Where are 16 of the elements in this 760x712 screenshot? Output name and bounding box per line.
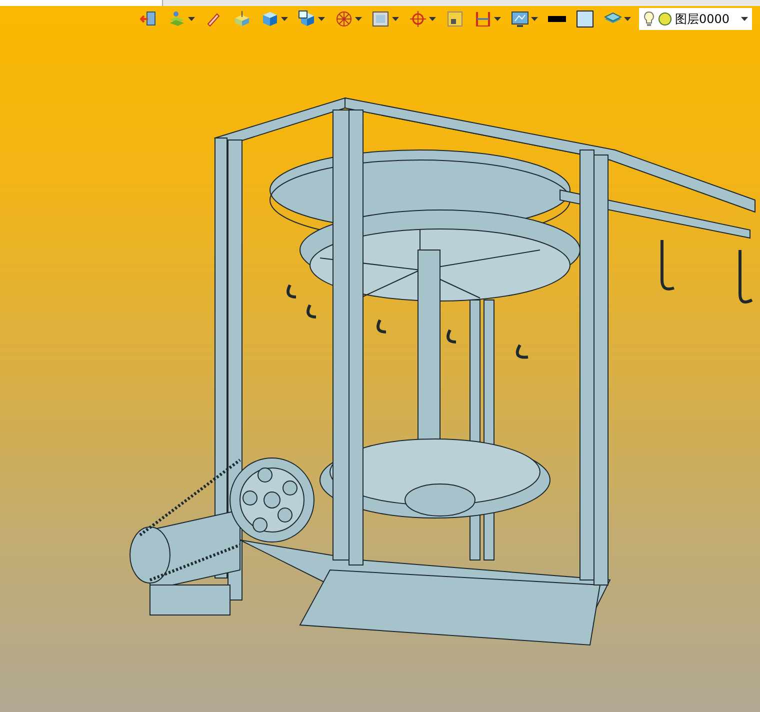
layers-icon bbox=[168, 10, 186, 28]
lightbulb-icon bbox=[643, 11, 655, 27]
dropdown-caret-icon bbox=[741, 17, 748, 21]
dimension-icon bbox=[474, 10, 492, 28]
wire-sphere-icon bbox=[335, 10, 353, 28]
box-icon bbox=[233, 10, 251, 28]
color-swatch-icon bbox=[576, 10, 594, 28]
frame-icon bbox=[372, 10, 390, 28]
exit-icon bbox=[140, 10, 158, 28]
circle-icon bbox=[658, 12, 672, 26]
monitor-icon bbox=[511, 10, 529, 28]
crosshair-icon bbox=[409, 10, 427, 28]
view-cube-icon bbox=[298, 10, 316, 28]
window-icon bbox=[446, 10, 464, 28]
layer-dropdown[interactable]: 图层0000 bbox=[639, 8, 752, 30]
cube-icon bbox=[261, 10, 279, 28]
